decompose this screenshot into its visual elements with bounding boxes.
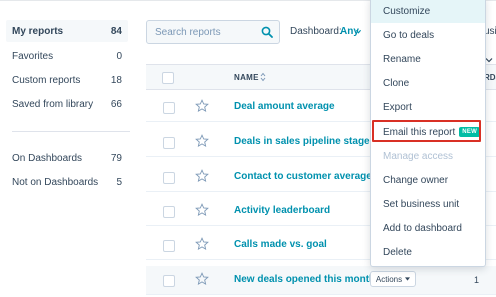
menu-item-label: Customize bbox=[383, 5, 431, 17]
report-name-link[interactable]: Deal amount average bbox=[234, 101, 335, 112]
star-icon[interactable] bbox=[195, 237, 209, 251]
select-all-checkbox[interactable] bbox=[162, 72, 174, 84]
menu-item-customize[interactable]: Customize bbox=[371, 0, 485, 23]
new-badge: NEW bbox=[459, 127, 481, 137]
menu-item-email-this-report[interactable]: Email this report NEW bbox=[371, 120, 485, 144]
menu-item-label: Clone bbox=[383, 77, 410, 89]
menu-item-go-to-deals[interactable]: Go to deals bbox=[371, 23, 485, 47]
dashboard-filter-label: Dashboard: bbox=[290, 26, 342, 37]
row-checkbox[interactable] bbox=[163, 240, 175, 252]
sidebar-item-label: Favorites bbox=[12, 50, 54, 62]
menu-item-label: Export bbox=[383, 101, 412, 113]
star-icon[interactable] bbox=[195, 203, 209, 217]
row-checkbox[interactable] bbox=[163, 137, 175, 149]
sidebar-item-count: 0 bbox=[116, 50, 122, 62]
star-icon[interactable] bbox=[195, 99, 209, 113]
sidebar-item-count: 84 bbox=[110, 25, 122, 37]
sidebar-divider bbox=[12, 131, 130, 132]
dashboard-count: 1 bbox=[474, 275, 480, 285]
menu-item-label: Email this report bbox=[383, 126, 456, 138]
chevron-down-icon[interactable] bbox=[356, 29, 361, 34]
report-name-link[interactable]: New deals opened this month bbox=[234, 274, 375, 285]
row-checkbox[interactable] bbox=[163, 275, 175, 287]
sidebar-item-label: Saved from library bbox=[12, 98, 94, 110]
caret-down-icon bbox=[405, 277, 411, 281]
sidebar-item-label: Custom reports bbox=[12, 74, 81, 86]
menu-item-label: Change owner bbox=[383, 174, 449, 186]
menu-item-label: Manage access bbox=[383, 150, 454, 162]
sort-icon[interactable] bbox=[260, 72, 266, 82]
sidebar-item-label: Not on Dashboards bbox=[12, 176, 99, 188]
sidebar-item-not-on-dashboards[interactable]: Not on Dashboards 5 bbox=[6, 171, 128, 193]
table-row: New deals opened this month Actions 1 bbox=[146, 266, 496, 295]
sidebar-item-count: 18 bbox=[110, 74, 122, 86]
menu-item-rename[interactable]: Rename bbox=[371, 47, 485, 71]
row-checkbox[interactable] bbox=[163, 172, 175, 184]
sidebar-item-label: On Dashboards bbox=[12, 152, 83, 164]
row-checkbox[interactable] bbox=[163, 206, 175, 218]
sidebar-item-saved-from-library[interactable]: Saved from library 66 bbox=[6, 93, 128, 115]
actions-button[interactable]: Actions bbox=[370, 271, 416, 287]
menu-item-label: Set business unit bbox=[383, 198, 460, 210]
menu-item-manage-access: Manage access bbox=[371, 144, 485, 168]
column-header-name[interactable]: NAME bbox=[234, 73, 259, 82]
menu-item-label: Add to dashboard bbox=[383, 222, 462, 234]
star-icon[interactable] bbox=[195, 272, 209, 286]
menu-item-set-business-unit[interactable]: Set business unit bbox=[371, 192, 485, 216]
menu-item-export[interactable]: Export bbox=[371, 95, 485, 119]
sidebar-item-on-dashboards[interactable]: On Dashboards 79 bbox=[6, 147, 128, 169]
menu-item-label: Go to deals bbox=[383, 29, 435, 41]
search-icon[interactable] bbox=[261, 26, 273, 38]
menu-item-delete[interactable]: Delete bbox=[371, 240, 485, 264]
menu-item-change-owner[interactable]: Change owner bbox=[371, 168, 485, 192]
sidebar-item-custom-reports[interactable]: Custom reports 18 bbox=[6, 69, 128, 91]
menu-item-clone[interactable]: Clone bbox=[371, 71, 485, 95]
menu-item-label: Rename bbox=[383, 53, 421, 65]
sidebar-item-favorites[interactable]: Favorites 0 bbox=[6, 45, 128, 67]
star-icon[interactable] bbox=[195, 169, 209, 183]
sidebar-item-count: 79 bbox=[110, 152, 122, 164]
row-checkbox[interactable] bbox=[163, 102, 175, 114]
sidebar-item-label: My reports bbox=[12, 25, 64, 37]
star-icon[interactable] bbox=[195, 134, 209, 148]
menu-item-label: Delete bbox=[383, 246, 412, 258]
sidebar-item-count: 66 bbox=[110, 98, 122, 110]
search-input[interactable] bbox=[153, 25, 257, 39]
actions-button-label: Actions bbox=[375, 274, 403, 284]
sidebar-item-my-reports[interactable]: My reports 84 bbox=[6, 20, 128, 42]
menu-item-add-to-dashboard[interactable]: Add to dashboard bbox=[371, 216, 485, 240]
report-name-link[interactable]: Calls made vs. goal bbox=[234, 239, 327, 250]
sidebar-item-count: 5 bbox=[116, 176, 122, 188]
actions-menu: Customize Go to deals Rename Clone Expor… bbox=[370, 0, 486, 267]
report-name-link[interactable]: Activity leaderboard bbox=[234, 205, 330, 216]
search-box bbox=[146, 20, 280, 44]
chevron-down-icon[interactable] bbox=[485, 56, 493, 64]
